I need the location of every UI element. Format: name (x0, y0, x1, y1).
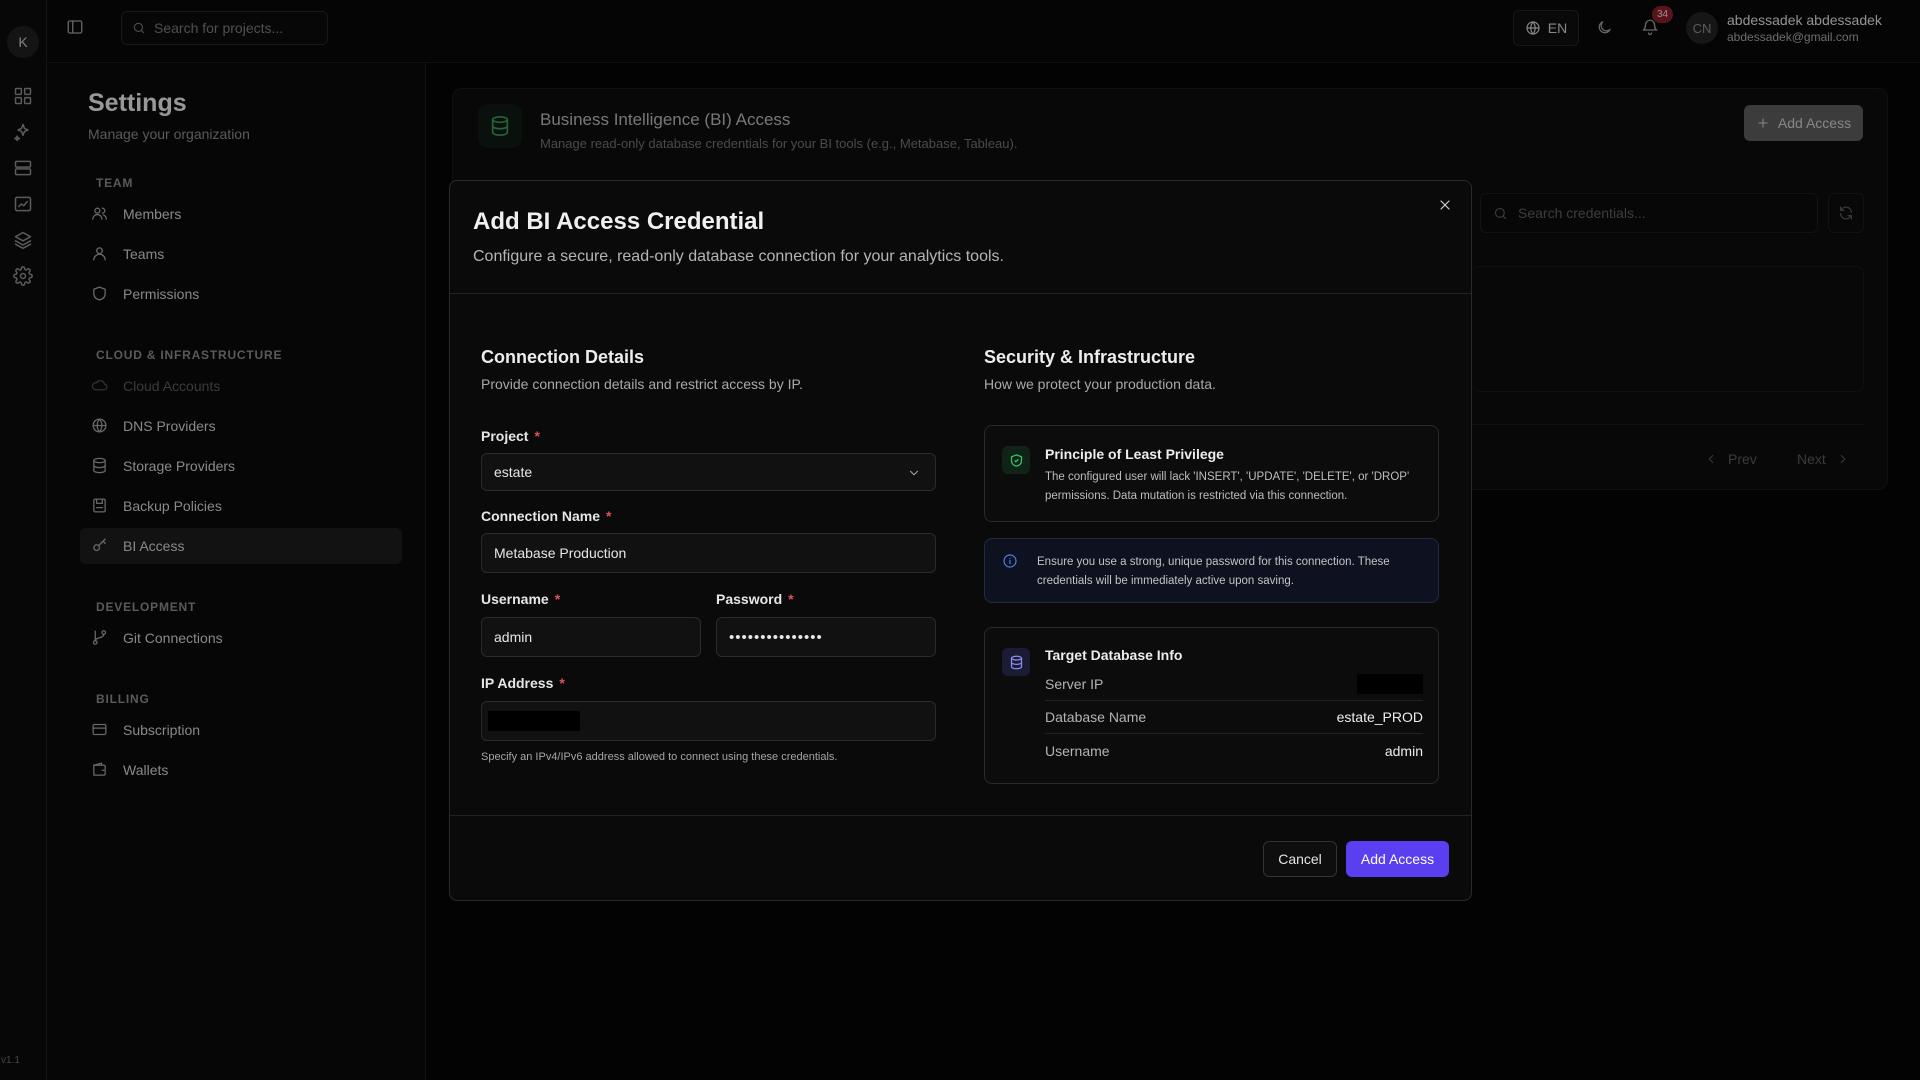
password-label: Password * (716, 591, 794, 607)
dialog-subtitle: Configure a secure, read-only database c… (473, 248, 1004, 265)
username-value: admin (494, 629, 533, 645)
required-mark: * (554, 591, 561, 607)
required-mark: * (606, 508, 612, 524)
ip-address-input[interactable] (481, 701, 936, 741)
connection-name-label: Connection Name * (481, 508, 611, 524)
connection-details-subtitle: Provide connection details and restrict … (481, 376, 803, 392)
required-mark: * (788, 591, 794, 607)
username-label: Username * (481, 591, 560, 607)
security-title: Security & Infrastructure (984, 347, 1196, 367)
target-database-panel: Target Database Info Server IP Database … (984, 627, 1439, 784)
password-value: ••••••••••••••• (729, 628, 823, 646)
project-select-value: estate (494, 464, 533, 480)
info-icon (1002, 553, 1018, 569)
security-subtitle: How we protect your production data. (984, 376, 1216, 392)
chevron-down-icon (907, 466, 921, 480)
dialog-title: Add BI Access Credential (473, 208, 765, 235)
ip-address-label: IP Address * (481, 675, 565, 691)
database-name-row: Database Name estate_PROD (1045, 701, 1423, 734)
username-label-text: Username (481, 591, 549, 607)
ip-address-hint: Specify an IPv4/IPv6 address allowed to … (481, 751, 838, 763)
shield-check-icon (1002, 446, 1030, 474)
divider (450, 293, 1471, 294)
target-database-title: Target Database Info (1045, 647, 1183, 663)
database-name-label: Database Name (1045, 709, 1147, 725)
connection-name-value: Metabase Production (494, 545, 627, 561)
connection-name-input[interactable]: Metabase Production (481, 533, 936, 573)
connection-details-title: Connection Details (481, 347, 645, 367)
username-input[interactable]: admin (481, 617, 701, 657)
server-ip-row: Server IP (1045, 668, 1423, 701)
security-notice-text: Ensure you use a strong, unique password… (1037, 556, 1390, 587)
divider (450, 815, 1471, 816)
project-label: Project * (481, 428, 540, 444)
add-bi-access-dialog: Add BI Access Credential Configure a sec… (449, 180, 1472, 901)
database-username-label: Username (1045, 742, 1110, 759)
server-ip-label: Server IP (1045, 676, 1104, 692)
database-username-value: admin (1384, 742, 1423, 759)
database-username-row: Username admin (1045, 734, 1423, 767)
least-privilege-title: Principle of Least Privilege (1045, 446, 1224, 462)
add-access-submit-button[interactable]: Add Access (1346, 841, 1449, 877)
database-icon (1002, 648, 1030, 676)
database-name-value: estate_PROD (1336, 709, 1423, 725)
redacted-server-ip (1357, 674, 1423, 694)
security-notice: Ensure you use a strong, unique password… (984, 538, 1439, 603)
required-mark: * (559, 675, 565, 691)
redacted-ip-value (488, 711, 580, 731)
least-privilege-panel: Principle of Least Privilege The configu… (984, 425, 1439, 522)
close-icon[interactable] (1437, 197, 1455, 215)
password-label-text: Password (716, 591, 783, 607)
project-label-text: Project (481, 428, 529, 444)
required-mark: * (534, 428, 540, 444)
ip-address-label-text: IP Address (481, 675, 554, 691)
least-privilege-text: The configured user will lack 'INSERT', … (1045, 471, 1410, 502)
cancel-button[interactable]: Cancel (1263, 841, 1337, 877)
password-input[interactable]: ••••••••••••••• (716, 617, 936, 657)
connection-name-label-text: Connection Name (481, 508, 601, 524)
project-select[interactable]: estate (481, 453, 936, 491)
